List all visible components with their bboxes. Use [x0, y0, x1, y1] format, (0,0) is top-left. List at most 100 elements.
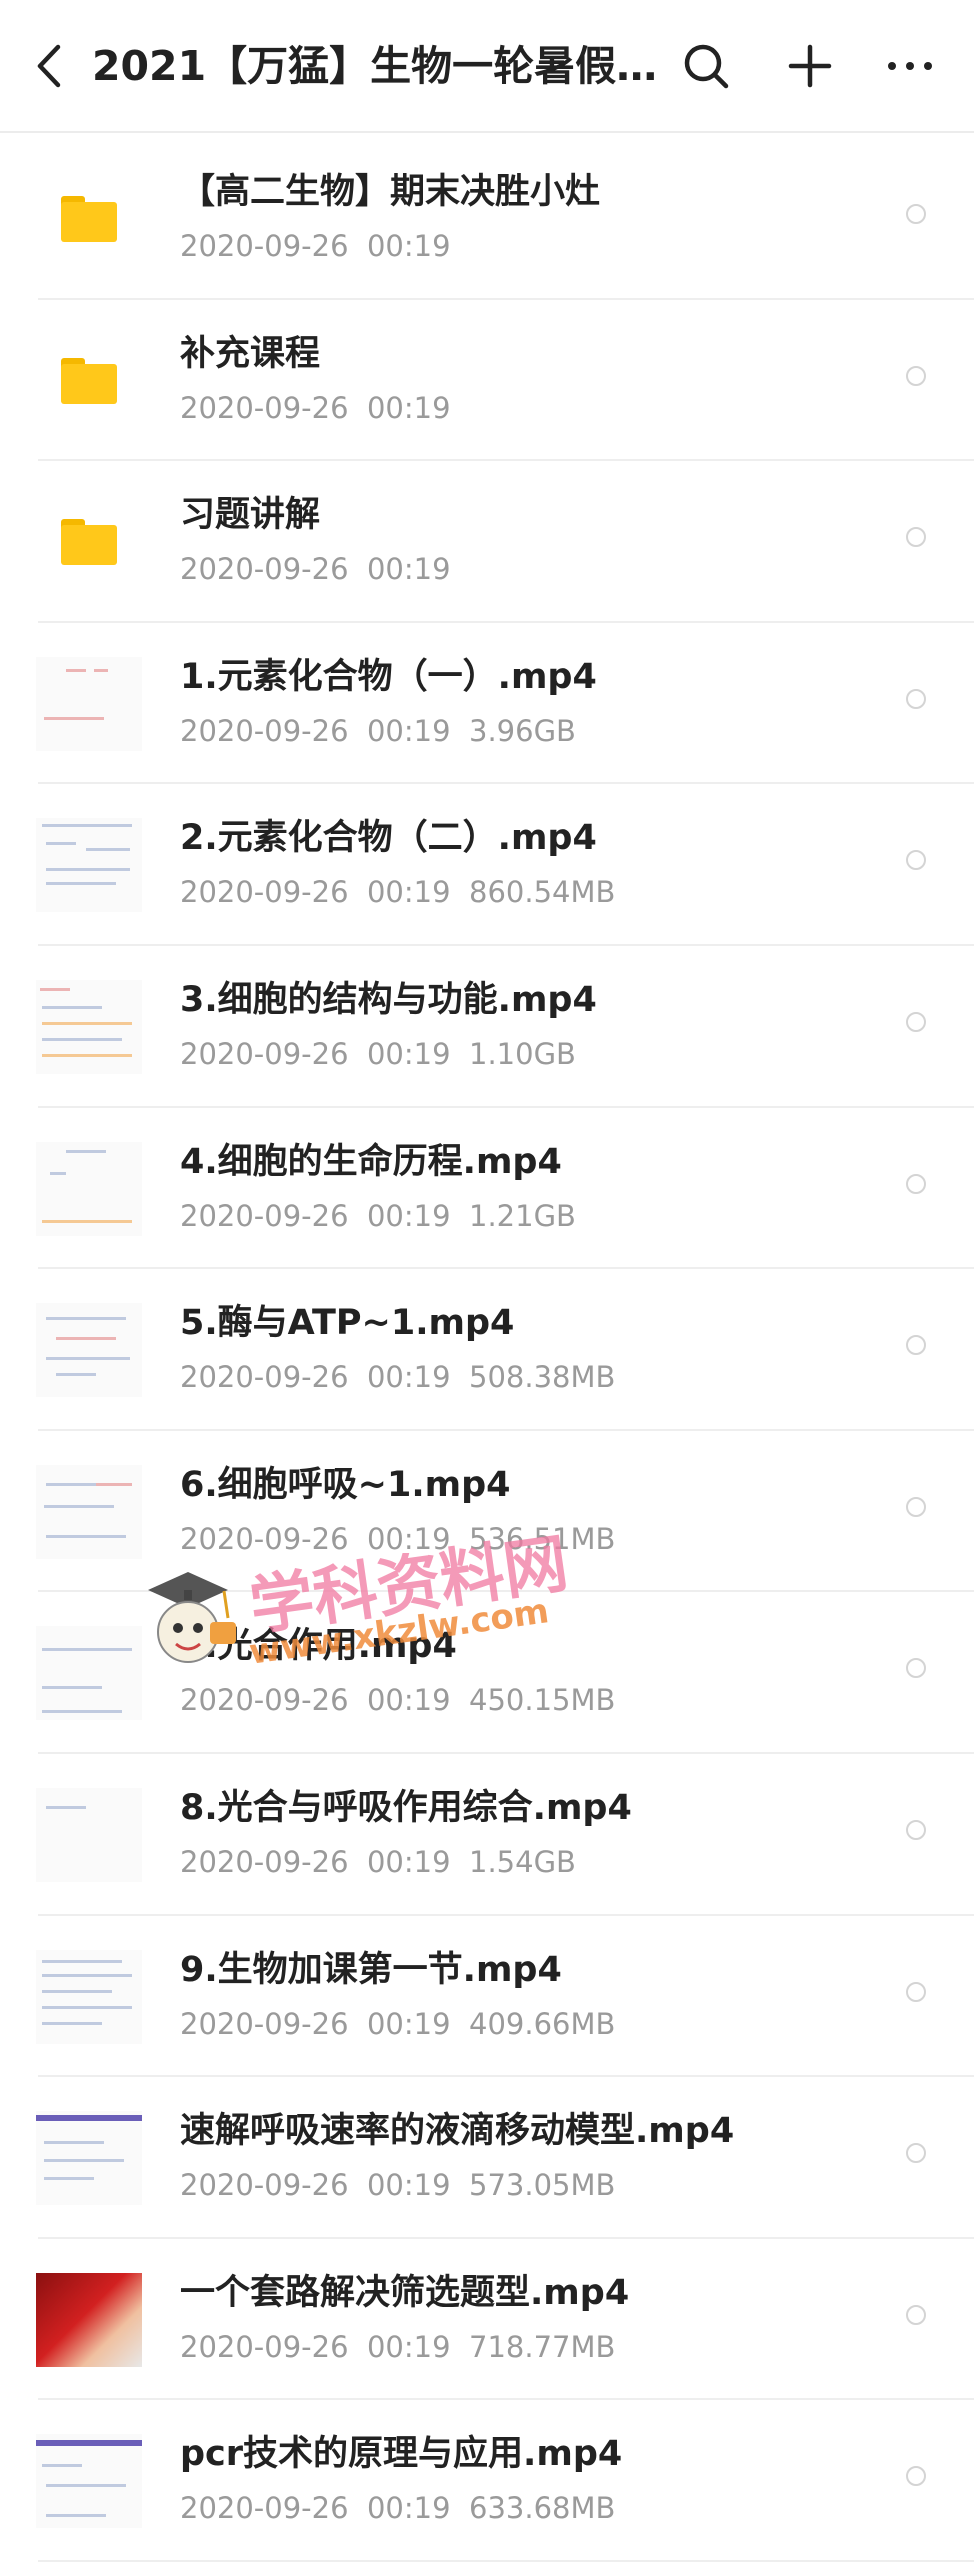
- file-time: 00:19: [366, 875, 451, 910]
- folder-row[interactable]: 习题讲解 2020-09-26 00:19: [0, 461, 974, 623]
- select-radio[interactable]: [906, 1173, 926, 1194]
- file-date: 2020-09-26: [180, 229, 349, 263]
- file-row[interactable]: pcr技术的原理与应用.mp4 2020-09-26 00:19 633.68MB: [0, 2400, 974, 2562]
- select-radio[interactable]: [906, 688, 926, 709]
- file-name: 习题讲解: [180, 495, 321, 536]
- select-radio[interactable]: [906, 2466, 926, 2487]
- file-name: 一个套路解决筛选题型.mp4: [180, 2272, 630, 2313]
- video-thumbnail: [36, 979, 142, 1074]
- select-radio[interactable]: [906, 2143, 926, 2164]
- more-horizontal-icon: [888, 62, 932, 70]
- video-thumbnail: [36, 2111, 142, 2206]
- video-thumbnail: [36, 1626, 142, 1721]
- file-date: 2020-09-26: [180, 390, 349, 425]
- folder-row[interactable]: 【高二生物】期末决胜小灶 2020-09-26 00:19: [0, 138, 974, 300]
- video-thumbnail: [36, 1787, 142, 1882]
- file-row[interactable]: 5.酶与ATP~1.mp4 2020-09-26 00:19 508.38MB: [0, 1269, 974, 1431]
- file-name: 3.细胞的结构与功能.mp4: [180, 979, 597, 1020]
- file-date: 2020-09-26: [180, 2168, 349, 2203]
- file-date: 2020-09-26: [180, 1036, 349, 1071]
- file-time: 00:19: [366, 2168, 451, 2203]
- select-radio[interactable]: [906, 1981, 926, 2002]
- select-radio[interactable]: [906, 365, 926, 386]
- video-thumbnail: [36, 1303, 142, 1398]
- select-radio[interactable]: [906, 1335, 926, 1356]
- folder-icon: [36, 172, 142, 266]
- folder-icon: [36, 495, 142, 589]
- folder-row[interactable]: 补充课程 2020-09-26 00:19: [0, 300, 974, 462]
- file-date: 2020-09-26: [180, 552, 349, 587]
- select-radio[interactable]: [906, 1819, 926, 1840]
- file-time: 00:19: [366, 1036, 451, 1071]
- file-row[interactable]: 7.光合作用.mp4 2020-09-26 00:19 450.15MB: [0, 1592, 974, 1754]
- file-meta: 2020-09-26 00:19 3.96GB: [180, 711, 576, 751]
- file-time: 00:19: [366, 229, 451, 263]
- file-row[interactable]: 速解呼吸速率的液滴移动模型.mp4 2020-09-26 00:19 573.05…: [0, 2077, 974, 2239]
- select-radio[interactable]: [906, 2304, 926, 2325]
- file-row[interactable]: 9.生物加课第一节.mp4 2020-09-26 00:19 409.66MB: [0, 1916, 974, 2078]
- file-name: pcr技术的原理与应用.mp4: [180, 2434, 623, 2475]
- file-name: 6.细胞呼吸~1.mp4: [180, 1464, 511, 1505]
- file-date: 2020-09-26: [180, 1844, 349, 1879]
- file-size: 1.21GB: [469, 1198, 576, 1233]
- select-radio[interactable]: [906, 1496, 926, 1517]
- file-meta: 2020-09-26 00:19 508.38MB: [180, 1357, 615, 1397]
- file-meta: 2020-09-26 00:19 409.66MB: [180, 2004, 615, 2044]
- select-radio[interactable]: [906, 850, 926, 871]
- more-button[interactable]: [880, 36, 940, 96]
- file-date: 2020-09-26: [180, 875, 349, 910]
- file-date: 2020-09-26: [180, 1198, 349, 1233]
- select-radio[interactable]: [906, 527, 926, 548]
- file-meta: 2020-09-26 00:19 1.54GB: [180, 1842, 576, 1882]
- file-meta: 2020-09-26 00:19 573.05MB: [180, 2165, 615, 2205]
- file-size: 3.96GB: [469, 713, 576, 748]
- video-thumbnail: [36, 2272, 142, 2367]
- file-row[interactable]: 8.光合与呼吸作用综合.mp4 2020-09-26 00:19 1.54GB: [0, 1754, 974, 1916]
- file-size: 409.66MB: [469, 2006, 616, 2041]
- file-name: 7.光合作用.mp4: [180, 1626, 457, 1667]
- file-size: 450.15MB: [469, 1683, 616, 1718]
- video-thumbnail: [36, 1141, 142, 1236]
- plus-icon: [788, 44, 832, 88]
- file-row[interactable]: 3.细胞的结构与功能.mp4 2020-09-26 00:19 1.10GB: [0, 946, 974, 1108]
- file-size: 718.77MB: [469, 2329, 616, 2364]
- back-button[interactable]: [22, 36, 78, 96]
- top-bar: 2021【万猛】生物一轮暑假…: [0, 0, 974, 133]
- file-meta: 2020-09-26 00:19: [180, 549, 451, 589]
- file-size: 1.10GB: [469, 1036, 576, 1071]
- file-row[interactable]: 6.细胞呼吸~1.mp4 2020-09-26 00:19 536.51MB: [0, 1431, 974, 1593]
- file-time: 00:19: [366, 1683, 451, 1718]
- file-date: 2020-09-26: [180, 1683, 349, 1718]
- file-meta: 2020-09-26 00:19 536.51MB: [180, 1519, 615, 1559]
- file-row[interactable]: 4.细胞的生命历程.mp4 2020-09-26 00:19 1.21GB: [0, 1108, 974, 1270]
- file-time: 00:19: [366, 1521, 451, 1556]
- file-meta: 2020-09-26 00:19 718.77MB: [180, 2327, 615, 2367]
- video-thumbnail: [36, 1949, 142, 2044]
- file-date: 2020-09-26: [180, 713, 349, 748]
- file-row[interactable]: 一个套路解决筛选题型.mp4 2020-09-26 00:19 718.77MB: [0, 2239, 974, 2401]
- file-size: 633.68MB: [469, 2491, 616, 2526]
- file-size: 1.54GB: [469, 1844, 576, 1879]
- file-name: 2.元素化合物（二）.mp4: [180, 818, 597, 859]
- select-radio[interactable]: [906, 204, 926, 224]
- file-time: 00:19: [366, 1360, 451, 1395]
- select-radio[interactable]: [906, 1011, 926, 1032]
- search-icon: [684, 44, 729, 89]
- file-name: 速解呼吸速率的液滴移动模型.mp4: [180, 2111, 735, 2152]
- video-thumbnail: [36, 656, 142, 751]
- file-name: 【高二生物】期末决胜小灶: [180, 172, 601, 212]
- file-size: 536.51MB: [469, 1521, 616, 1556]
- file-row[interactable]: 2.元素化合物（二）.mp4 2020-09-26 00:19 860.54MB: [0, 784, 974, 946]
- file-meta: 2020-09-26 00:19 450.15MB: [180, 1680, 615, 1720]
- search-button[interactable]: [676, 36, 736, 96]
- add-button[interactable]: [780, 36, 840, 96]
- file-time: 00:19: [366, 713, 451, 748]
- file-meta: 2020-09-26 00:19 633.68MB: [180, 2488, 615, 2528]
- file-date: 2020-09-26: [180, 2006, 349, 2041]
- select-radio[interactable]: [906, 1658, 926, 1679]
- file-date: 2020-09-26: [180, 2491, 349, 2526]
- file-name: 8.光合与呼吸作用综合.mp4: [180, 1787, 632, 1828]
- file-row[interactable]: 1.元素化合物（一）.mp4 2020-09-26 00:19 3.96GB: [0, 623, 974, 785]
- file-date: 2020-09-26: [180, 1521, 349, 1556]
- file-name: 1.元素化合物（一）.mp4: [180, 656, 597, 697]
